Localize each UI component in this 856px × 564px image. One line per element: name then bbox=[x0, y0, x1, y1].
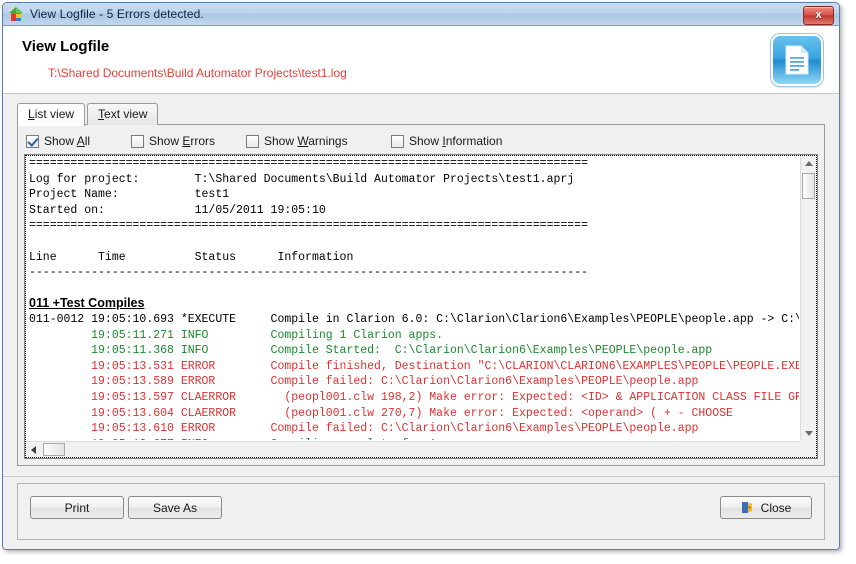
tab-list-view-mnemonic: L bbox=[28, 107, 35, 121]
scrollbar-corner bbox=[800, 441, 816, 457]
vertical-scroll-thumb[interactable] bbox=[802, 173, 815, 199]
footer-area: Print Save As Close bbox=[3, 476, 839, 549]
log-line: Started on: 11/05/2011 19:05:10 bbox=[29, 203, 326, 217]
log-horizontal-scrollbar[interactable] bbox=[26, 441, 800, 457]
title-bar: View Logfile - 5 Errors detected. x bbox=[3, 3, 839, 26]
screenshot-root: View Logfile - 5 Errors detected. x View… bbox=[0, 0, 856, 564]
document-icon bbox=[771, 34, 823, 86]
checkbox-show-information-box[interactable] bbox=[391, 134, 404, 148]
list-view-panel: Show All Show Errors Show Warnings Show … bbox=[17, 124, 825, 466]
log-line: 19:05:13.531 ERROR Compile finished, Des… bbox=[29, 359, 799, 373]
view-logfile-window: View Logfile - 5 Errors detected. x View… bbox=[2, 2, 840, 550]
log-line: Project Name: test1 bbox=[29, 188, 230, 202]
log-line: 19:05:13.589 ERROR Compile failed: C:\Cl… bbox=[29, 375, 699, 389]
checkbox-show-all-label: Show All bbox=[44, 134, 91, 148]
log-vertical-scrollbar[interactable] bbox=[800, 156, 816, 441]
log-line: ========================================… bbox=[29, 219, 588, 233]
window-title: View Logfile - 5 Errors detected. bbox=[30, 7, 204, 21]
window-close-button[interactable]: x bbox=[803, 6, 834, 25]
log-line: 19:05:11.368 INFO Compile Started: C:\Cl… bbox=[29, 344, 713, 358]
chevron-left-icon bbox=[31, 445, 36, 454]
checkbox-show-information[interactable]: Show Information bbox=[391, 134, 502, 148]
checkbox-show-warnings-label: Show Warnings bbox=[264, 134, 348, 148]
footer-button-panel: Print Save As Close bbox=[17, 483, 825, 540]
log-line: 19:05:13.677 INFO Compiling complete for… bbox=[29, 437, 799, 440]
chevron-down-icon bbox=[804, 431, 813, 436]
filter-checkbox-row: Show All Show Errors Show Warnings Show … bbox=[26, 131, 816, 151]
log-line: 011-0012 19:05:10.693 *EXECUTE Compile i… bbox=[29, 312, 799, 326]
logfile-path: T:\Shared Documents\Build Automator Proj… bbox=[48, 66, 347, 80]
close-door-icon bbox=[741, 501, 754, 514]
log-line: 19:05:13.604 CLAERROR (peopl001.clw 270,… bbox=[29, 406, 733, 420]
scroll-left-button[interactable] bbox=[26, 442, 41, 457]
checkbox-show-all-box[interactable] bbox=[26, 134, 39, 148]
log-line: Line Time Status Information bbox=[29, 250, 354, 264]
print-button[interactable]: Print bbox=[30, 496, 124, 519]
checkbox-show-warnings[interactable]: Show Warnings bbox=[246, 134, 391, 148]
checkbox-show-errors[interactable]: Show Errors bbox=[131, 134, 246, 148]
tab-list-view[interactable]: List view bbox=[17, 103, 86, 126]
horizontal-scroll-thumb[interactable] bbox=[43, 443, 65, 456]
close-button[interactable]: Close bbox=[720, 496, 812, 519]
log-list-pane[interactable]: ========================================… bbox=[24, 154, 818, 459]
log-line: ========================================… bbox=[29, 157, 588, 170]
page-title: View Logfile bbox=[22, 38, 110, 55]
tab-text-view-label: ext view bbox=[104, 107, 148, 121]
save-as-button[interactable]: Save As bbox=[128, 496, 222, 519]
log-text-content: ========================================… bbox=[29, 156, 799, 440]
close-button-label: Close bbox=[760, 500, 792, 515]
scroll-down-button[interactable] bbox=[801, 426, 816, 441]
log-line: 19:05:13.610 ERROR Compile failed: C:\Cl… bbox=[29, 422, 699, 436]
tab-list-view-label: ist view bbox=[34, 107, 75, 121]
log-line: ----------------------------------------… bbox=[29, 266, 588, 280]
build-automator-icon bbox=[8, 6, 24, 22]
checkbox-show-errors-label: Show Errors bbox=[149, 134, 216, 148]
checkbox-show-information-label: Show Information bbox=[409, 134, 503, 148]
log-line: Log for project: T:\Shared Documents\Bui… bbox=[29, 172, 575, 186]
log-line: 19:05:11.271 INFO Compiling 1 Clarion ap… bbox=[29, 328, 444, 342]
log-line: 19:05:13.597 CLAERROR (peopl001.clw 198,… bbox=[29, 390, 799, 404]
header-band: View Logfile T:\Shared Documents\Build A… bbox=[3, 26, 839, 94]
checkbox-show-all[interactable]: Show All bbox=[26, 134, 131, 148]
checkbox-show-errors-box[interactable] bbox=[131, 134, 144, 148]
tab-text-view[interactable]: Text view bbox=[87, 103, 159, 125]
close-x-icon: x bbox=[815, 9, 822, 21]
body-area: List view Text view Show All Show Errors bbox=[3, 94, 839, 476]
checkbox-show-warnings-box[interactable] bbox=[246, 134, 259, 148]
view-tabs: List view Text view bbox=[17, 103, 159, 126]
scroll-up-button[interactable] bbox=[801, 156, 816, 171]
chevron-up-icon bbox=[804, 161, 813, 166]
log-line: 011 +Test Compiles bbox=[29, 296, 145, 311]
